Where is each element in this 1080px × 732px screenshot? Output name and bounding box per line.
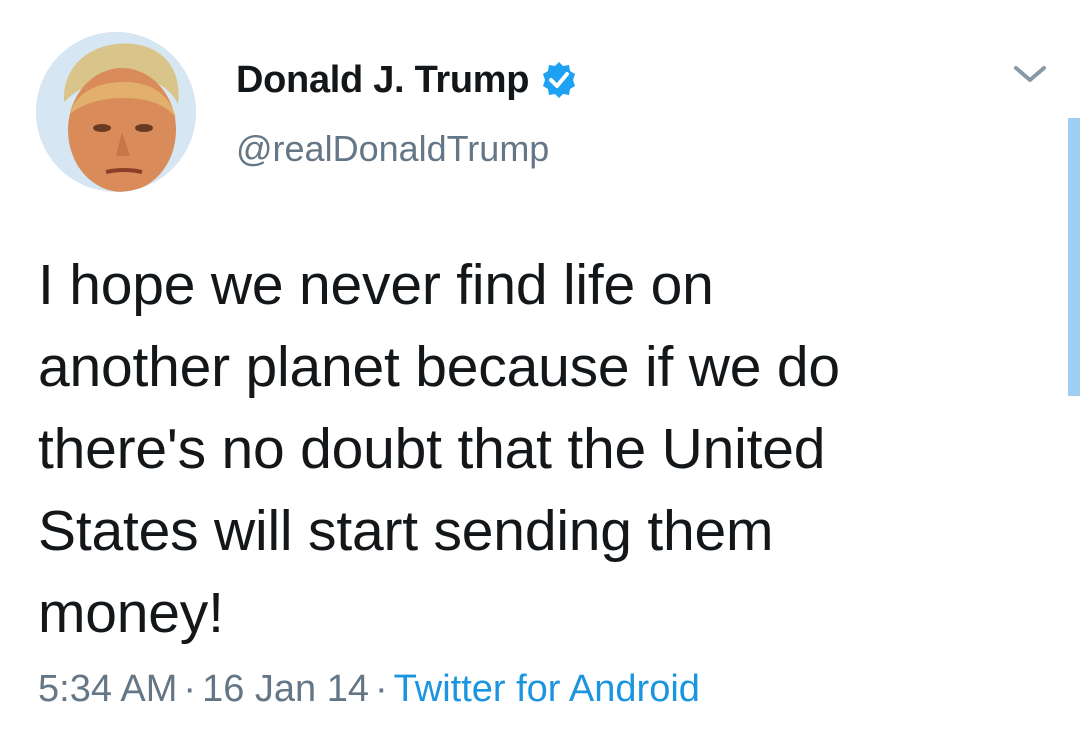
- tweet-date[interactable]: 16 Jan 14: [202, 668, 369, 710]
- meta-separator: ·: [375, 668, 388, 710]
- meta-separator: ·: [183, 668, 197, 710]
- verified-badge-icon: [539, 60, 579, 100]
- tweet-source-link[interactable]: Twitter for Android: [394, 668, 700, 710]
- tweet-time: 5:34 AM: [38, 668, 178, 710]
- avatar[interactable]: [36, 32, 196, 192]
- scrollbar[interactable]: [1068, 118, 1080, 396]
- display-name[interactable]: Donald J. Trump: [236, 59, 530, 102]
- tweet-meta: 5:34 AM · 16 Jan 14 · Twitter for Android: [38, 668, 700, 711]
- tweet-card: Donald J. Trump @realDonaldTrump I hope …: [0, 0, 1080, 732]
- chevron-down-icon[interactable]: [1008, 56, 1052, 92]
- tweet-text: I hope we never find life on another pla…: [38, 253, 840, 645]
- name-row: Donald J. Trump: [236, 52, 579, 108]
- profile-photo-icon: [36, 32, 196, 192]
- user-handle[interactable]: @realDonaldTrump: [236, 128, 549, 170]
